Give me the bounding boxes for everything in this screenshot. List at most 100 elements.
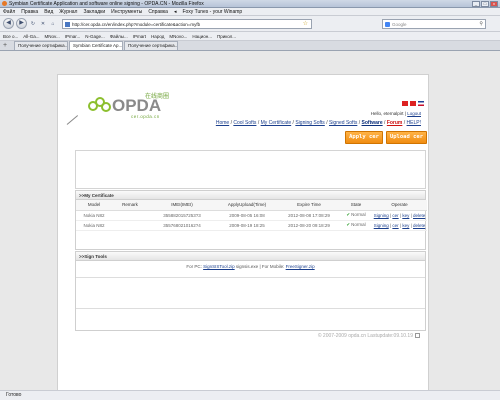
bookmark-item[interactable]: All-Ga... (23, 34, 39, 39)
user-line: Hello, eternalpirt | Logout (370, 111, 421, 116)
logout-link[interactable]: Logout (407, 111, 421, 116)
menubar: Файл Правка Вид Журнал Закладки Инструме… (0, 8, 500, 16)
cell-apply-time: 2009-08-05 16:08 (216, 210, 278, 221)
certificate-section-title: >>My Certificate (76, 191, 425, 200)
check-icon: ✔ (346, 212, 351, 217)
apply-cer-button[interactable]: Apply cer (345, 131, 383, 144)
cell-operate: Signing | cer | key | delete (372, 220, 427, 231)
bookmark-item[interactable]: MNovo... (169, 34, 187, 39)
sign-tools-line: For PC: SignSISTool.zip signsis.exe | Fo… (186, 264, 315, 269)
delete-link[interactable]: delete (413, 223, 425, 228)
nav-signing-softs[interactable]: Signing Softs (295, 120, 324, 126)
flag-cn-icon[interactable] (402, 101, 408, 106)
bookmark-item[interactable]: Прикол... (217, 34, 236, 39)
url-text[interactable]: http://cer.opda.cn/en/index.php?module=c… (72, 22, 200, 27)
copyright: © 2007-2009 opda.cn Lastupdate:09.10.19 (318, 333, 420, 339)
foxytunes-prev-icon[interactable]: ◂ (174, 9, 177, 15)
user-greeting: Hello, eternalpirt (370, 111, 404, 116)
state-text: Normal (351, 212, 366, 217)
menu-edit[interactable]: Правка (21, 9, 38, 15)
bookmark-item[interactable]: N-Gage... (85, 34, 105, 39)
nav-signed-softs[interactable]: Signed Softs (329, 120, 357, 126)
language-flags (402, 101, 424, 106)
back-icon[interactable]: ◀ (3, 18, 14, 29)
cell-imei: 3557680210162?4 (148, 220, 216, 231)
google-icon (385, 21, 390, 27)
tab-symbian-cert[interactable]: Symbian Certificate Ap... (69, 41, 123, 50)
bookmark-item[interactable]: Файлы... (110, 34, 128, 39)
stats-icon[interactable] (415, 333, 420, 339)
search-box[interactable]: Google ⚲ (382, 19, 486, 29)
opda-logo[interactable]: OPDA 在线商圈 cer.opda.cn (88, 90, 178, 120)
col-header: Operate (372, 200, 427, 211)
tab-getting-cert-1[interactable]: Получение сертифика... (14, 41, 68, 50)
cell-model: Nokia N82 (76, 220, 112, 231)
stop-icon[interactable]: ✕ (39, 20, 47, 28)
nav-home[interactable]: Home (216, 120, 229, 126)
window-controls: _ □ x (472, 1, 498, 7)
bookmark-item[interactable]: MNov... (45, 34, 60, 39)
forward-icon[interactable]: ▶ (16, 18, 27, 29)
bookmark-item[interactable]: Все о... (3, 34, 18, 39)
cer-link[interactable]: cer (392, 213, 398, 218)
menu-bookmarks[interactable]: Закладки (83, 9, 105, 15)
bookmark-item[interactable]: Народ (151, 34, 164, 39)
key-link[interactable]: key (402, 223, 409, 228)
flag-uk-icon[interactable] (418, 101, 424, 106)
cell-model: Nokia N82 (76, 210, 112, 221)
col-header: ApplyUpload(Time) (216, 200, 278, 211)
nav-help[interactable]: HELP! (407, 120, 421, 126)
cell-expire-time: 2012-08-08 17:08:29 (278, 210, 340, 221)
copyright-text: © 2007-2009 opda.cn Lastupdate:09.10.19 (317, 333, 413, 339)
status-bar: Готово (0, 390, 500, 400)
reload-icon[interactable]: ↻ (29, 20, 37, 28)
upload-cer-button[interactable]: Upload cer (386, 131, 427, 144)
key-link[interactable]: key (402, 213, 409, 218)
bookmark-item[interactable]: IPmar... (65, 34, 81, 39)
foxytunes-label[interactable]: Foxy Tunes - your Winamp (182, 9, 242, 15)
menu-history[interactable]: Журнал (59, 9, 77, 15)
signing-link[interactable]: Signing (374, 223, 389, 228)
menu-help[interactable]: Справка (148, 9, 168, 15)
bookmark-item[interactable]: IPmart (133, 34, 146, 39)
nav-software[interactable]: Software (362, 120, 383, 126)
menu-tools[interactable]: Инструменты (111, 9, 142, 15)
tab-getting-cert-2[interactable]: Получение сертифика... (124, 41, 178, 50)
col-header: State (340, 200, 372, 211)
tab-strip: + Получение сертифика... Symbian Certifi… (0, 41, 500, 51)
nav-cool-softs[interactable]: Cool Softs (233, 120, 256, 126)
col-header: Remark (112, 200, 148, 211)
page-viewport: OPDA 在线商圈 cer.opda.cn Hello, eternalpirt… (0, 51, 500, 398)
cell-remark (112, 220, 148, 231)
menu-view[interactable]: Вид (44, 9, 53, 15)
col-header: Expire Time (278, 200, 340, 211)
signsis-exe: signsis.exe (235, 264, 259, 269)
delete-link[interactable]: delete (413, 213, 425, 218)
sign-tools-section: >>Sign Tools For PC: SignSISTool.zip sig… (75, 251, 426, 331)
freesigner-link[interactable]: FreeSigner.zip (286, 264, 315, 269)
home-icon[interactable]: ⌂ (49, 20, 57, 28)
certificate-section: >>My Certificate Model Remark IMEI(IMEI)… (75, 190, 427, 250)
firefox-icon (2, 1, 7, 6)
certificate-table: Model Remark IMEI(IMEI) ApplyUpload(Time… (76, 200, 427, 231)
search-icon[interactable]: ⚲ (479, 21, 483, 27)
close-window-button[interactable]: x (490, 1, 498, 7)
bookmark-star-icon[interactable]: ☆ (303, 20, 308, 28)
signsistool-link[interactable]: SignSISTool.zip (203, 264, 235, 269)
mobile-label: For Mobile: (261, 264, 285, 269)
signing-link[interactable]: Signing (374, 213, 389, 218)
bookmark-item[interactable]: Национ... (192, 34, 212, 39)
new-tab-icon[interactable]: + (3, 42, 7, 49)
minimize-button[interactable]: _ (472, 1, 480, 7)
url-bar[interactable]: http://cer.opda.cn/en/index.php?module=c… (62, 19, 312, 29)
logo-subdomain: cer.opda.cn (131, 114, 160, 119)
table-row: Nokia N82 3558820157253?3 2009-08-05 16:… (76, 210, 427, 221)
nav-forum[interactable]: Forum (387, 120, 403, 126)
flag-hk-icon[interactable] (410, 101, 416, 106)
cer-link[interactable]: cer (392, 223, 398, 228)
maximize-button[interactable]: □ (481, 1, 489, 7)
nav-my-certificate[interactable]: My Certificate (261, 120, 292, 126)
menu-file[interactable]: Файл (3, 9, 15, 15)
bookmarks-toolbar: Все о... All-Ga... MNov... IPmar... N-Ga… (0, 32, 500, 41)
search-placeholder[interactable]: Google (392, 22, 407, 27)
